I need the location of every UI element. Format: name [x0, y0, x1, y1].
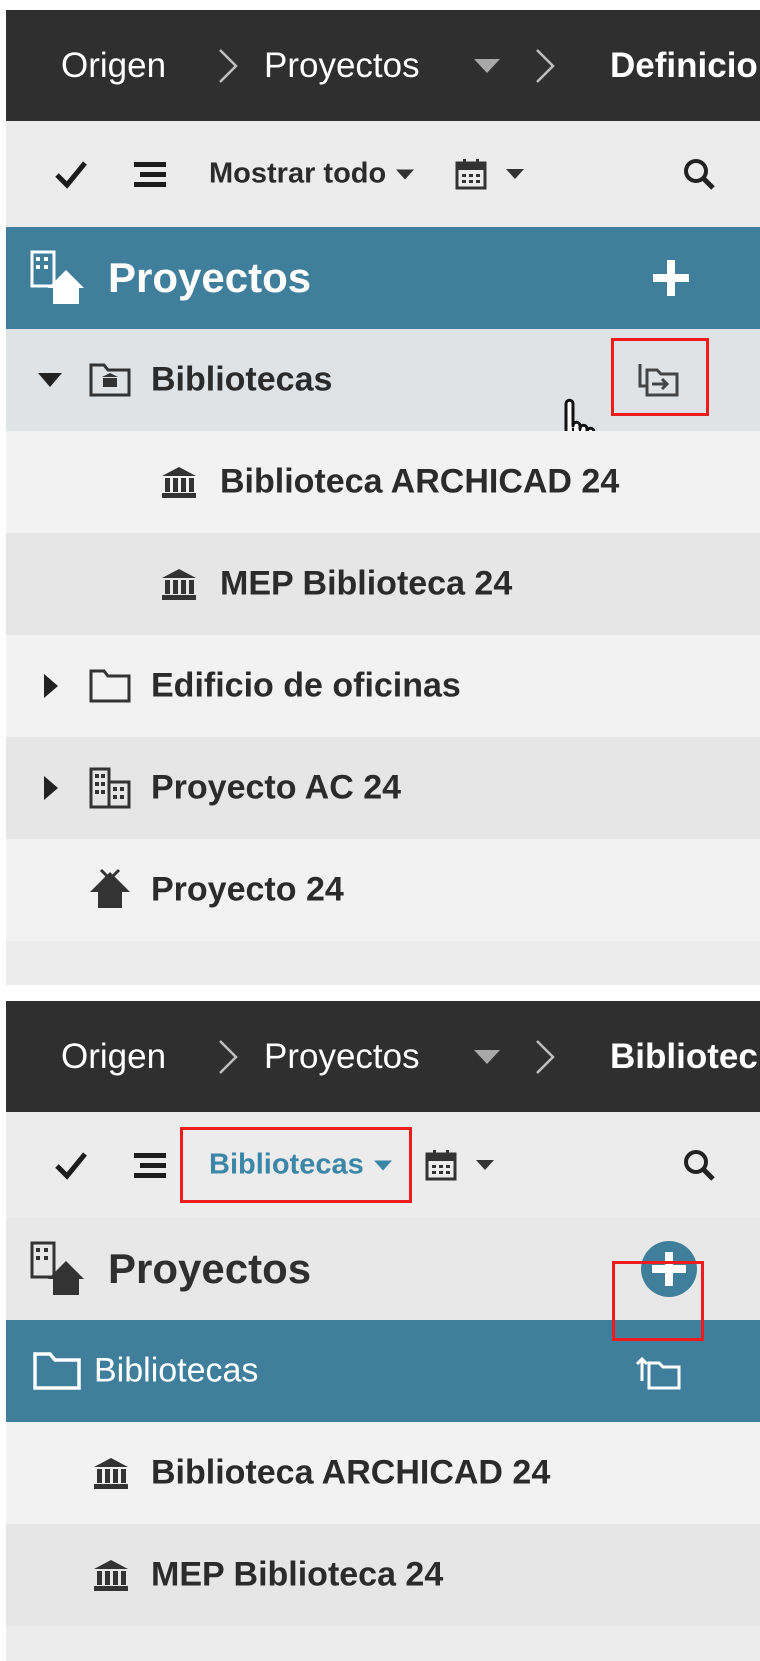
tree-row-edificio[interactable]: Edificio de oficinas: [6, 635, 760, 737]
tree-row-proyecto-24[interactable]: Proyecto 24: [6, 839, 760, 941]
tree-label: Proyecto 24: [151, 870, 344, 909]
caret-down-icon[interactable]: [506, 169, 524, 179]
plus-icon[interactable]: [651, 258, 691, 298]
breadcrumb-current: Bibliotec: [610, 1036, 758, 1076]
tree-label: Bibliotecas: [151, 360, 333, 399]
caret-right-icon[interactable]: [44, 776, 58, 800]
library-folder-icon: [89, 363, 131, 397]
tree-label: MEP Biblioteca 24: [220, 564, 513, 603]
chevron-right-icon: [536, 1039, 555, 1074]
tree-label: MEP Biblioteca 24: [151, 1555, 444, 1594]
tree-row-proyecto-ac[interactable]: Proyecto AC 24: [6, 737, 760, 839]
breadcrumb-proyectos[interactable]: Proyectos: [264, 1037, 420, 1077]
chevron-right-icon: [219, 48, 238, 83]
caret-down-icon[interactable]: [474, 1049, 500, 1064]
highlight-box: [180, 1127, 412, 1203]
check-icon[interactable]: [54, 159, 88, 189]
caret-down-icon: [396, 169, 415, 179]
caret-down-icon[interactable]: [474, 58, 500, 73]
caret-down-icon[interactable]: [476, 1160, 494, 1170]
search-icon[interactable]: [682, 157, 716, 191]
projects-title: Proyectos: [108, 254, 312, 301]
breadcrumb: Origen Proyectos Bibliotec: [6, 1001, 760, 1112]
breadcrumb-proyectos[interactable]: Proyectos: [264, 46, 420, 86]
library-icon: [94, 1560, 128, 1591]
highlight-box: [612, 1261, 704, 1341]
building-icon: [89, 767, 131, 809]
tree-row-mep[interactable]: MEP Biblioteca 24: [6, 533, 760, 635]
breadcrumb: Origen Proyectos Definicio: [6, 10, 760, 121]
projects-icon: [30, 1241, 84, 1295]
calendar-icon[interactable]: [424, 1148, 458, 1182]
library-icon: [94, 1458, 128, 1489]
library-icon: [162, 467, 196, 498]
caret-right-icon[interactable]: [44, 674, 58, 698]
chevron-right-icon: [536, 48, 555, 83]
library-icon: [162, 569, 196, 600]
breadcrumb-origen[interactable]: Origen: [61, 1037, 166, 1077]
check-icon[interactable]: [54, 1150, 88, 1180]
caret-down-icon[interactable]: [38, 373, 62, 387]
list-icon[interactable]: [132, 159, 168, 189]
tree-label: Edificio de oficinas: [151, 666, 461, 705]
tree-row-mep[interactable]: MEP Biblioteca 24: [6, 1524, 760, 1626]
tree-label: Biblioteca ARCHICAD 24: [151, 1453, 551, 1492]
projects-panel-before: Origen Proyectos Definicio Mostrar todo …: [6, 10, 760, 985]
search-icon[interactable]: [682, 1148, 716, 1182]
tree-row-archicad[interactable]: Biblioteca ARCHICAD 24: [6, 431, 760, 533]
toolbar: Mostrar todo: [6, 121, 760, 227]
folder-icon: [89, 669, 131, 703]
filter-label: Mostrar todo: [209, 157, 387, 190]
breadcrumb-current: Definicio: [610, 45, 758, 85]
chevron-right-icon: [219, 1039, 238, 1074]
projects-header: Proyectos: [6, 227, 760, 329]
breadcrumb-origen[interactable]: Origen: [61, 46, 166, 86]
projects-title: Proyectos: [108, 1245, 312, 1292]
tree-row-archicad[interactable]: Biblioteca ARCHICAD 24: [6, 1422, 760, 1524]
house-icon: [90, 868, 130, 908]
exit-folder-icon[interactable]: [636, 1351, 682, 1391]
current-folder-label: Bibliotecas: [94, 1351, 259, 1390]
projects-panel-after: Origen Proyectos Bibliotec Bibliotecas P…: [6, 1001, 760, 1661]
tree-label: Proyecto AC 24: [151, 768, 402, 807]
projects-icon: [30, 250, 84, 304]
highlight-box: [611, 338, 709, 416]
tree-label: Biblioteca ARCHICAD 24: [220, 462, 620, 501]
filter-dropdown[interactable]: Mostrar todo: [209, 157, 415, 191]
calendar-icon[interactable]: [454, 157, 488, 191]
list-icon[interactable]: [132, 1150, 168, 1180]
folder-icon: [33, 1352, 81, 1390]
